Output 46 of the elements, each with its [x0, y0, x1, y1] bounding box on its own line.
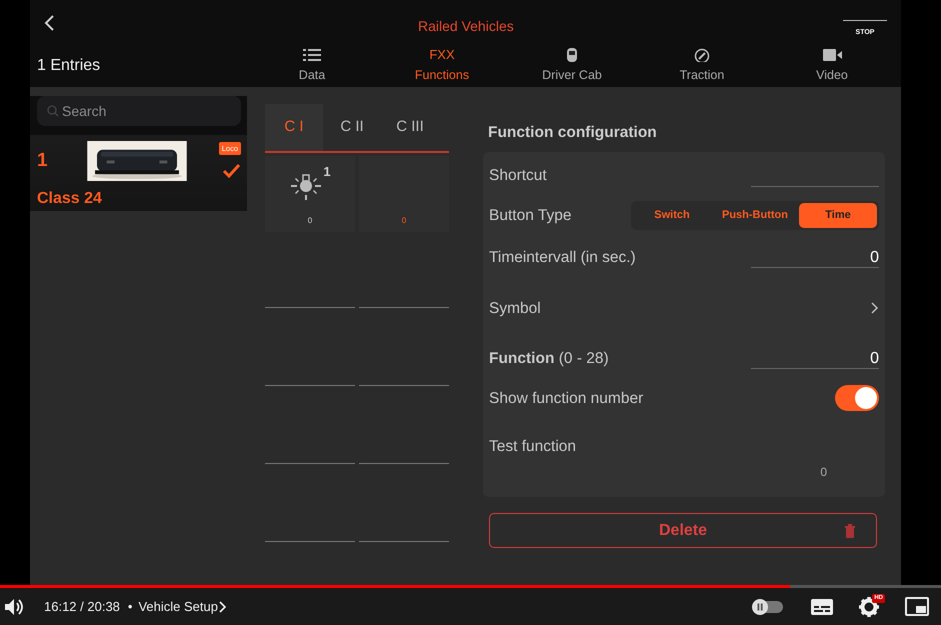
tab[interactable]: Driver Cab [507, 44, 637, 85]
check-icon [222, 162, 241, 178]
chevron-right-icon[interactable] [870, 302, 879, 314]
tab[interactable]: Traction [637, 44, 767, 85]
segment-option[interactable]: Switch [633, 203, 711, 228]
autoplay-toggle-icon[interactable] [751, 598, 785, 616]
field-label: Function (0 - 28) [489, 348, 609, 369]
input-field[interactable]: 0 [751, 347, 879, 370]
search-field[interactable]: Search [37, 96, 241, 126]
video-time: 16:12 / 20:38 [44, 598, 120, 616]
miniplayer-icon[interactable] [905, 597, 929, 616]
back-icon[interactable] [44, 14, 55, 32]
search-icon [47, 105, 59, 117]
segment-option[interactable]: Time [799, 203, 877, 228]
field-label: Symbol [489, 298, 541, 319]
field-label: Test function [489, 436, 576, 457]
vehicle-name: Class 24 [37, 189, 103, 209]
chapter-link[interactable]: Vehicle Setup [138, 596, 227, 616]
section-title: Function configuration [488, 123, 658, 143]
group-tab[interactable]: C I [265, 104, 323, 151]
function-slot[interactable]: 1 0 [265, 156, 355, 232]
tab[interactable]: Video [767, 44, 897, 85]
field-label: Timeintervall (in sec.) [489, 248, 636, 268]
tab[interactable]: FXX Functions [377, 44, 507, 85]
field-label: Shortcut [489, 166, 547, 186]
group-tab[interactable]: C III [381, 104, 439, 151]
test-value: 0 [820, 464, 827, 482]
subtitles-icon[interactable] [811, 598, 833, 614]
group-tab[interactable]: C II [323, 104, 381, 151]
gauge-icon [692, 48, 712, 62]
volume-icon[interactable] [5, 598, 25, 616]
field-label: Show function number [489, 388, 644, 409]
function-slot[interactable]: 0 [359, 156, 449, 232]
chevron-right-icon [218, 600, 227, 612]
video-camera-icon [822, 48, 842, 62]
vehicle-number: 1 [37, 150, 49, 172]
input-field[interactable]: 0 [751, 246, 879, 268]
field-label: Button Type [489, 206, 572, 226]
separator: • [128, 598, 132, 616]
segment-option[interactable]: Push-Button [711, 203, 799, 228]
toggle-switch[interactable] [835, 385, 879, 412]
list-icon [302, 48, 322, 62]
trash-icon [844, 522, 856, 539]
entries-count: 1 Entries [37, 56, 102, 76]
screen-title: Railed Vehicles [418, 17, 514, 36]
tab[interactable]: Data [247, 44, 377, 85]
